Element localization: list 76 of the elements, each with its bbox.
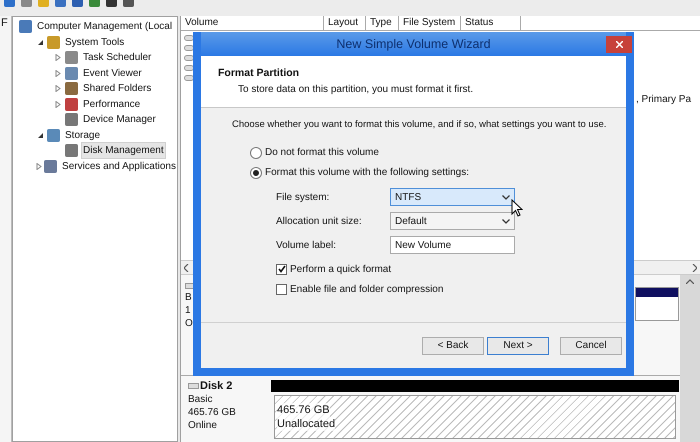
chevron-down-icon [502, 218, 510, 224]
disk-info: Online [188, 419, 218, 432]
tree-item[interactable]: Computer Management (Local [36, 19, 174, 34]
dialog-button[interactable]: Next > [487, 336, 549, 354]
scroll-left-icon[interactable] [184, 264, 189, 272]
node-icon [19, 20, 32, 34]
tree-item[interactable]: Disk Management [82, 143, 165, 158]
dialog-title: New Simple Volume Wizard [335, 36, 492, 53]
radio-button[interactable] [250, 146, 262, 158]
section-subtitle: To store data on this partition, you must format it first. [238, 82, 474, 97]
column-header[interactable]: Layout [324, 16, 366, 30]
node-icon [65, 82, 78, 96]
dialog-button[interactable]: Cancel [560, 336, 622, 354]
scroll-right-icon[interactable] [692, 264, 697, 272]
field-label: Volume label: [276, 238, 338, 252]
partition-block [635, 287, 679, 321]
node-icon [65, 66, 78, 80]
dropdown[interactable]: NTFS [390, 188, 515, 206]
node-icon [47, 128, 60, 142]
disk-info: 465.76 GB [188, 406, 237, 419]
collapse-arrow-icon[interactable] [37, 132, 43, 139]
node-icon [44, 160, 58, 173]
tree-item[interactable]: Storage [64, 128, 102, 143]
node-icon [65, 144, 78, 158]
tree-item[interactable]: Task Scheduler [82, 50, 152, 66]
column-header[interactable]: Status [461, 16, 521, 30]
dialog-button[interactable]: < Back [422, 336, 484, 354]
disk-info: O [185, 317, 194, 330]
node-icon [65, 98, 78, 111]
chevron-down-icon [502, 194, 510, 200]
node-icon [47, 36, 60, 49]
column-header[interactable]: Volume [181, 16, 324, 30]
disk-info: B [185, 291, 193, 304]
toolbar-icon[interactable] [106, 0, 117, 7]
partition-status: Unallocated [277, 417, 336, 431]
disk-name: Disk 2 [200, 380, 232, 393]
checkbox-label: Enable file and folder compression [290, 282, 444, 296]
close-button[interactable] [606, 36, 632, 52]
collapse-arrow-icon[interactable] [37, 38, 43, 46]
expand-arrow-icon[interactable] [55, 85, 61, 92]
table-cell-text: , Primary Pa [636, 93, 692, 107]
drive-icon [188, 382, 199, 388]
close-icon [616, 40, 622, 48]
expand-arrow-icon[interactable] [55, 70, 61, 77]
tree-item[interactable]: Event Viewer [82, 66, 143, 81]
vertical-scrollbar[interactable] [680, 275, 700, 442]
checkbox-label: Perform a quick format [290, 262, 392, 276]
checkbox[interactable] [276, 284, 287, 294]
dropdown[interactable]: Default [390, 212, 515, 230]
expand-arrow-icon[interactable] [55, 100, 61, 108]
mouse-cursor-icon [511, 199, 523, 217]
section-title: Format Partition [218, 66, 300, 81]
partition-size: 465.76 GB [277, 403, 330, 417]
field-label: File system: [276, 190, 330, 204]
tree-item[interactable]: Performance [82, 96, 142, 112]
input-field[interactable]: New Volume [390, 236, 515, 254]
radio-button[interactable] [250, 166, 262, 178]
tree-item[interactable]: System Tools [64, 34, 126, 50]
field-label: Allocation unit size: [276, 214, 363, 228]
scroll-up-icon[interactable] [686, 279, 694, 284]
checkbox[interactable] [276, 264, 287, 274]
instruction-text: Choose whether you want to format this volume, and if so, what settings you want to use. [232, 119, 606, 131]
column-header[interactable]: File System [399, 16, 461, 30]
tree-item[interactable]: Services and Applications [61, 158, 177, 174]
radio-label: Do not format this volume [265, 146, 379, 160]
node-icon [65, 51, 78, 64]
tree-item[interactable]: Shared Folders [82, 81, 152, 96]
pane-text-fragment: F [0, 16, 9, 30]
node-icon [65, 113, 78, 126]
disk-info: Basic [188, 393, 214, 406]
expand-arrow-icon[interactable] [36, 162, 42, 170]
tree-item[interactable]: Device Manager [82, 112, 157, 128]
radio-label: Format this volume with the following settings: [265, 166, 469, 180]
expand-arrow-icon[interactable] [55, 54, 61, 62]
disk-info: 1 [185, 304, 192, 317]
column-header[interactable]: Type [366, 16, 399, 30]
